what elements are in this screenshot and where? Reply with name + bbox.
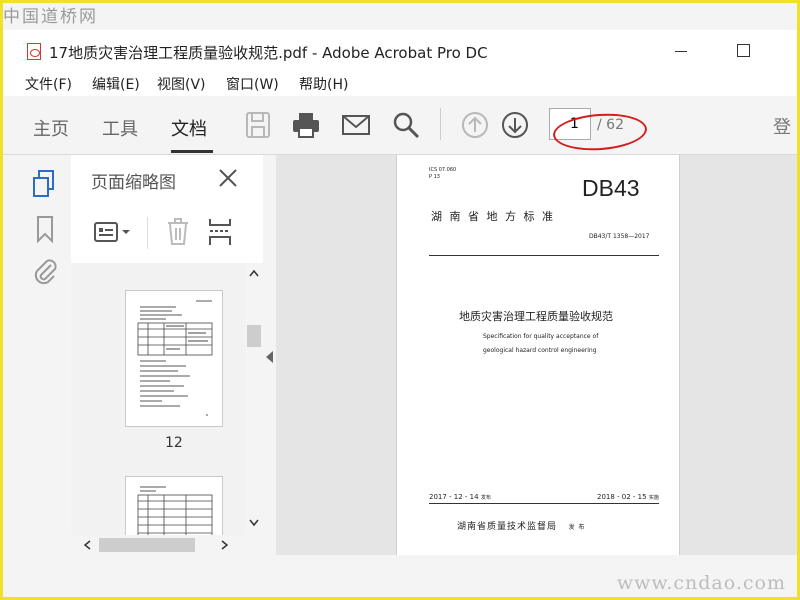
watermark-bottom: www.cndao.com [616, 572, 786, 594]
doc-issuer: 湖南省质量技术监督局 发 布 [457, 522, 586, 532]
panel-tools-separator [147, 217, 148, 249]
insert-pages-icon[interactable] [207, 217, 233, 247]
menu-edit[interactable]: 编辑(E) [92, 74, 140, 94]
menu-window[interactable]: 窗口(W) [226, 74, 279, 94]
window-title: 17地质灾害治理工程质量验收规范.pdf - Adobe Acrobat Pro… [49, 44, 488, 62]
left-rail [25, 155, 71, 555]
doc-top-rule [429, 255, 659, 256]
doc-title-cn: 地质灾害治理工程质量验收规范 [459, 310, 613, 323]
tab-home[interactable]: 主页 [33, 115, 69, 141]
pdf-file-icon [27, 43, 41, 60]
attachment-icon[interactable] [31, 257, 59, 285]
doc-title-en-1: Specification for quality acceptance of [483, 333, 599, 340]
panel-collapse-handle[interactable] [263, 155, 276, 555]
page-up-icon[interactable] [460, 110, 490, 140]
maximize-icon[interactable] [737, 44, 750, 57]
options-icon[interactable] [93, 221, 133, 245]
thumbnails-list: 12 [71, 263, 245, 535]
trash-icon[interactable] [166, 218, 190, 246]
panel-toolbar [71, 205, 263, 264]
active-tab-indicator [171, 150, 213, 153]
page-thumbnail[interactable] [125, 476, 223, 535]
menu-view[interactable]: 视图(V) [157, 74, 206, 94]
doc-title-en-2: geological hazard control engineering [483, 347, 597, 354]
vertical-scroll-thumb[interactable] [247, 325, 261, 347]
email-icon[interactable] [341, 110, 371, 140]
print-icon[interactable] [291, 110, 321, 140]
toolbar: 主页 工具 文档 1 / 62 登 [3, 96, 797, 155]
doc-issue-date: 2017 - 12 - 14 发布 [429, 493, 491, 501]
tab-document[interactable]: 文档 [171, 115, 207, 141]
menu-file[interactable]: 文件(F) [25, 74, 72, 94]
thumbnails-vertical-scrollbar[interactable] [245, 263, 263, 535]
scroll-left-icon[interactable] [83, 540, 91, 550]
doc-code: DB43 [582, 175, 640, 201]
menu-bar: 文件(F) 编辑(E) 视图(V) 窗口(W) 帮助(H) [3, 70, 797, 96]
doc-region: 湖 南 省 地 方 标 准 [431, 210, 555, 223]
title-bar: 17地质灾害治理工程质量验收规范.pdf - Adobe Acrobat Pro… [3, 30, 797, 70]
page-count: / 62 [597, 117, 624, 133]
scroll-up-icon[interactable] [249, 269, 259, 277]
sign-in-text[interactable]: 登 [773, 113, 791, 139]
document-view[interactable]: ICS 07.060 P 13 DB43 湖 南 省 地 方 标 准 DB43/… [276, 155, 797, 555]
doc-p: P 13 [429, 174, 440, 180]
page-down-icon[interactable] [500, 110, 530, 140]
doc-impl-date: 2018 - 02 - 15 实施 [597, 493, 659, 501]
toolbar-separator [440, 108, 441, 140]
tab-tools[interactable]: 工具 [102, 115, 138, 141]
horizontal-scroll-thumb[interactable] [99, 538, 195, 552]
minimize-icon[interactable] [675, 51, 687, 52]
save-icon[interactable] [243, 110, 273, 140]
scroll-down-icon[interactable] [249, 519, 259, 527]
doc-std-no: DB43/T 1358—2017 [589, 233, 650, 240]
thumbnail-panel: 页面缩略图 12 [71, 155, 264, 555]
page-number-input[interactable]: 1 [549, 108, 591, 140]
page-thumbnail[interactable] [125, 290, 223, 427]
thumbnails-horizontal-scrollbar[interactable] [71, 535, 263, 555]
close-icon[interactable] [217, 167, 239, 189]
watermark-top: 中国道桥网 [3, 7, 98, 27]
search-icon[interactable] [391, 110, 421, 140]
page-thumbnails-icon[interactable] [31, 169, 57, 199]
menu-help[interactable]: 帮助(H) [299, 74, 348, 94]
doc-bottom-rule [429, 503, 659, 504]
panel-title: 页面缩略图 [91, 173, 176, 193]
thumbnail-page-number: 12 [165, 435, 183, 451]
collapse-arrow-icon[interactable] [266, 351, 273, 363]
doc-ics: ICS 07.060 [429, 167, 457, 173]
bookmark-icon[interactable] [35, 215, 55, 243]
scroll-right-icon[interactable] [221, 540, 229, 550]
document-page: ICS 07.060 P 13 DB43 湖 南 省 地 方 标 准 DB43/… [396, 155, 680, 555]
